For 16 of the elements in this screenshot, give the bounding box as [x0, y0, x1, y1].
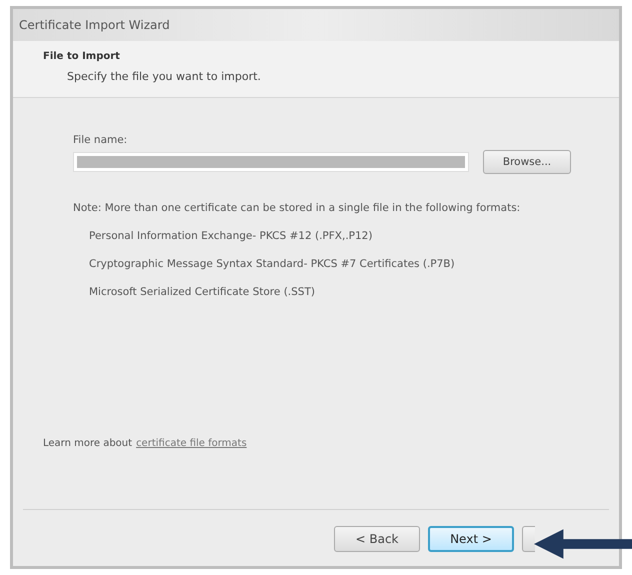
format-item: Cryptographic Message Syntax Standard- PKCS #7 Certificates (.P7B) [88, 258, 456, 270]
page-heading: File to Import [43, 51, 121, 62]
window-title: Certificate Import Wizard [19, 18, 170, 32]
note-text: Note: More than one certificate can be stored in a single file in the following formats: [73, 202, 522, 214]
format-item: Microsoft Serialized Certificate Store (.SST) [88, 286, 316, 298]
learn-more-text: Learn more about [43, 438, 132, 449]
file-name-field[interactable] [73, 152, 469, 172]
page-subtitle: Specify the file you want to import. [66, 70, 262, 83]
next-button[interactable]: Next > [428, 526, 514, 552]
field-label: File name: [73, 134, 128, 146]
back-button[interactable]: < Back [334, 526, 420, 552]
browse-button[interactable]: Browse... [483, 150, 571, 174]
pointer-arrow-icon [534, 529, 632, 559]
format-item: Personal Information Exchange- PKCS #12 (.PFX,.P12) [88, 230, 374, 242]
file-formats-link[interactable]: certificate file formats [136, 438, 247, 449]
cancel-button[interactable] [522, 526, 535, 552]
